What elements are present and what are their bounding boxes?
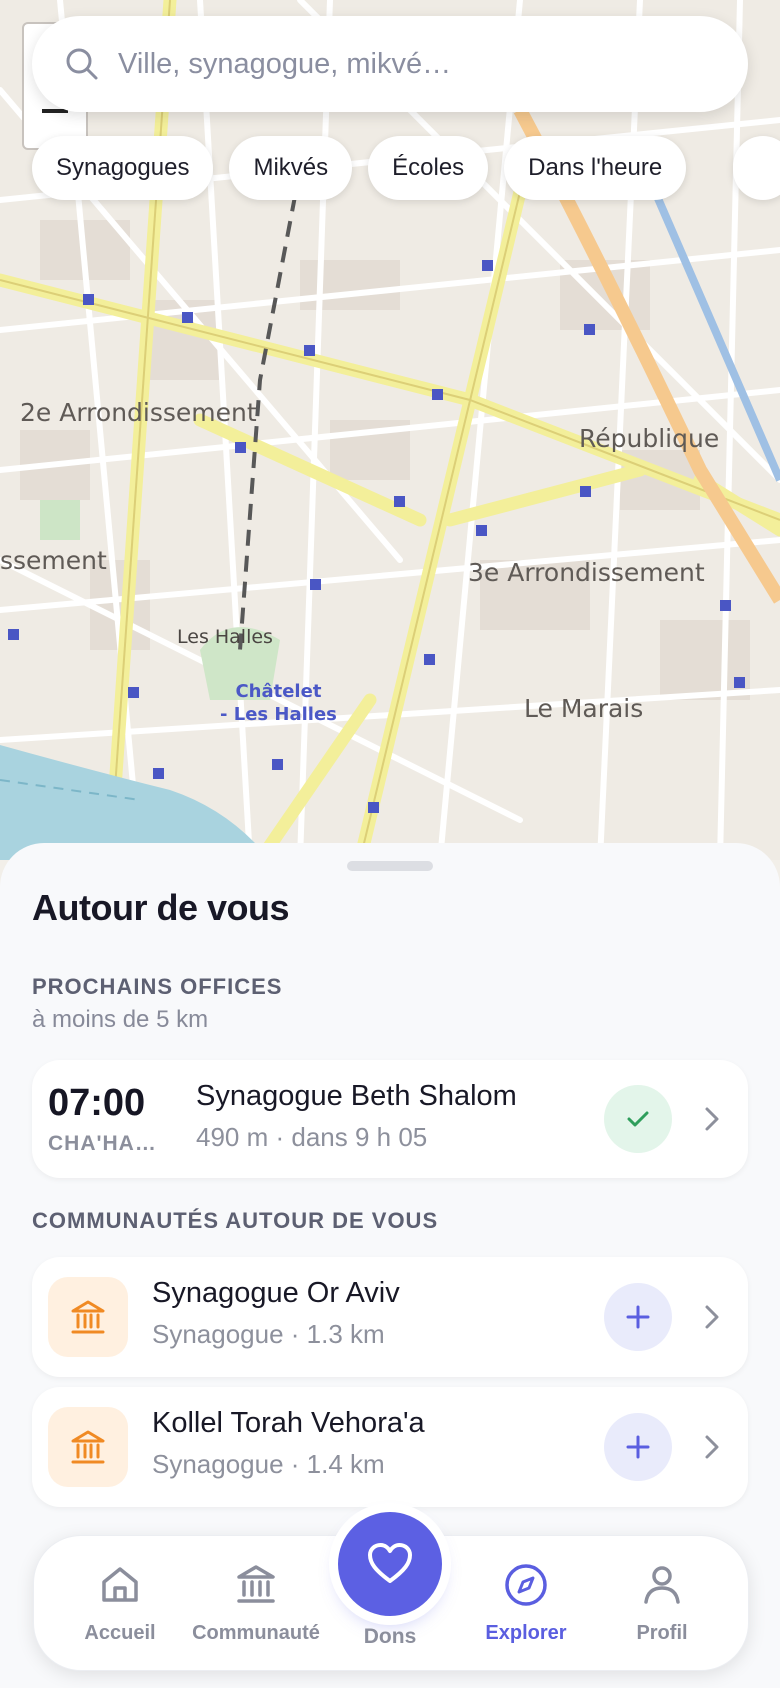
chevron-right-icon[interactable] [702, 1432, 722, 1462]
community-detail: Synagogue · 1.3 km [152, 1319, 385, 1349]
plus-icon [626, 1305, 650, 1329]
nav-home[interactable]: Accueil [50, 1536, 190, 1670]
offices-section-sub: à moins de 5 km [32, 1006, 209, 1033]
heart-icon [368, 1543, 412, 1583]
search-input[interactable] [116, 46, 680, 82]
community-name: Kollel Torah Vehora'a [152, 1407, 425, 1439]
community-detail: Synagogue · 1.4 km [152, 1449, 385, 1479]
office-name: Synagogue Beth Shalom [196, 1080, 517, 1112]
search-icon [66, 48, 98, 80]
institution-icon [48, 1407, 128, 1487]
map-view[interactable]: 2e Arrondissement ssement République 3e … [0, 0, 780, 860]
compass-icon [505, 1564, 547, 1606]
nav-dons-label: Dons [363, 1625, 417, 1648]
community-building-icon [237, 1565, 275, 1603]
dons-button[interactable] [338, 1512, 442, 1616]
nav-profile-label: Profil [636, 1622, 688, 1644]
synagogue-building-icon [71, 1430, 105, 1464]
chip-mikves[interactable]: Mikvés [229, 136, 353, 200]
user-icon [644, 1566, 680, 1604]
communities-section-label: COMMUNAUTÉS AUTOUR DE VOUS [32, 1208, 439, 1233]
community-card[interactable]: Synagogue Or Aviv Synagogue · 1.3 km [32, 1257, 748, 1377]
map-label-republique: République [579, 424, 720, 453]
map-label-halles: Les Halles [177, 626, 273, 648]
synagogue-building-icon [71, 1300, 105, 1334]
join-button[interactable] [604, 1283, 672, 1351]
chip-ecoles[interactable]: Écoles [368, 136, 489, 200]
office-time: 07:00 [48, 1082, 146, 1124]
home-icon [102, 1567, 138, 1602]
office-detail: 490 m · dans 9 h 05 [196, 1122, 428, 1152]
nav-explore-label: Explorer [485, 1622, 567, 1644]
map-label-arr2: 2e Arrondissement [20, 398, 257, 427]
join-button[interactable] [604, 1413, 672, 1481]
nav-profile[interactable]: Profil [592, 1536, 732, 1670]
map-label-arr3: 3e Arrondissement [468, 558, 705, 587]
chip-synagogues[interactable]: Synagogues [32, 136, 214, 200]
office-type: CHA'HA… [48, 1132, 157, 1155]
community-card[interactable]: Kollel Torah Vehora'a Synagogue · 1.4 km [32, 1387, 748, 1507]
chevron-right-icon[interactable] [702, 1104, 722, 1134]
map-label-arr1: ssement [0, 546, 107, 575]
plus-icon [626, 1435, 650, 1459]
chevron-right-icon[interactable] [702, 1302, 722, 1332]
check-icon [627, 1111, 649, 1127]
map-label-chatelet: Châtelet - Les Halles [220, 680, 337, 726]
going-button[interactable] [604, 1085, 672, 1153]
map-label-chatelet-line2: - Les Halles [220, 704, 337, 725]
office-card[interactable]: 07:00 CHA'HA… Synagogue Beth Shalom 490 … [32, 1060, 748, 1178]
nav-community[interactable]: Communauté [186, 1536, 326, 1670]
nav-home-label: Accueil [84, 1622, 156, 1644]
filter-chips: Synagogues Mikvés Écoles Dans l'heure [32, 136, 687, 200]
chip-dans-lheure[interactable]: Dans l'heure [504, 136, 687, 200]
institution-icon [48, 1277, 128, 1357]
search-bar[interactable] [32, 16, 748, 112]
community-name: Synagogue Or Aviv [152, 1277, 400, 1309]
nav-community-label: Communauté [192, 1622, 320, 1644]
sheet-title: Autour de vous [32, 887, 290, 928]
chip-more[interactable] [733, 136, 780, 200]
map-label-chatelet-line1: Châtelet [235, 681, 322, 702]
nav-explore[interactable]: Explorer [456, 1536, 596, 1670]
offices-section-label: PROCHAINS OFFICES [32, 974, 283, 999]
sheet-handle[interactable] [347, 861, 433, 871]
map-label-marais: Le Marais [524, 694, 644, 723]
